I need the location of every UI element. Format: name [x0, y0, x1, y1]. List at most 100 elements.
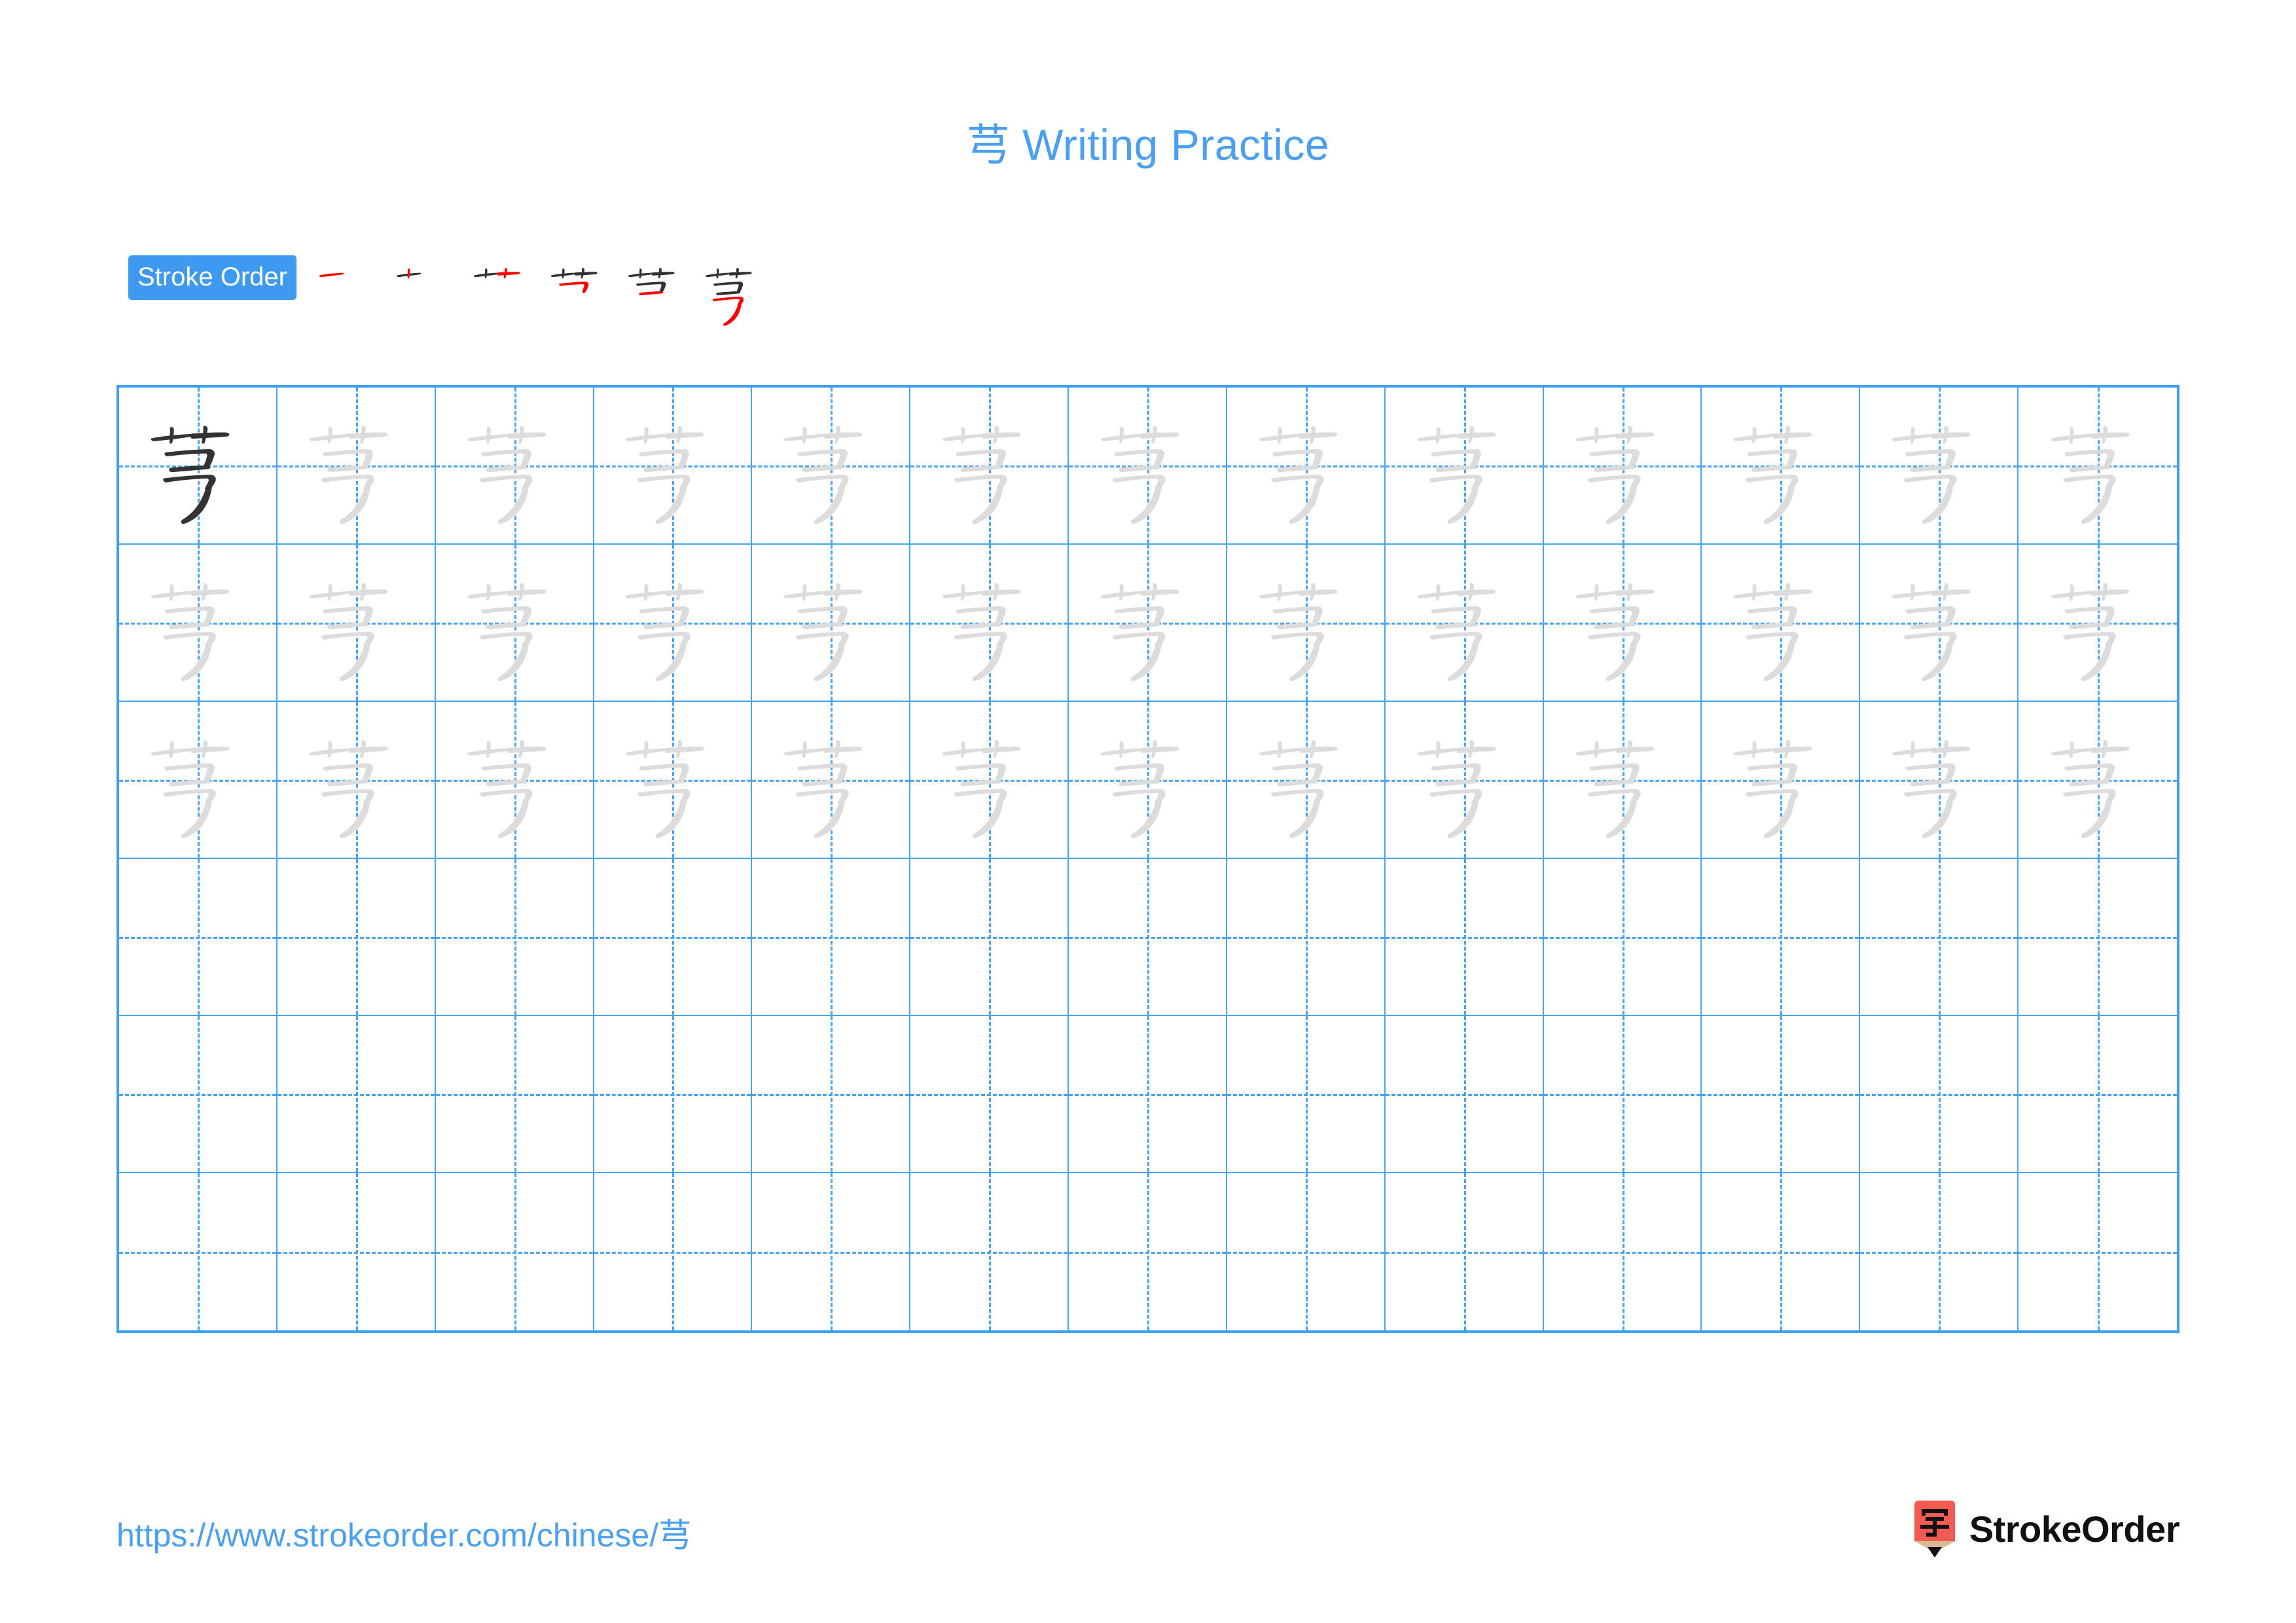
practice-cell-r3-c4[interactable] [594, 702, 753, 859]
practice-cell-r4-c4[interactable] [594, 859, 753, 1016]
guide-line-vertical [831, 859, 833, 1015]
practice-cell-r1-c11[interactable] [1702, 388, 1861, 545]
traced-character [2018, 702, 2177, 858]
practice-cell-r4-c10[interactable] [1543, 859, 1702, 1016]
page-title-character: 芎 [966, 120, 1011, 170]
practice-cell-r4-c7[interactable] [1069, 859, 1227, 1016]
practice-cell-r6-c10[interactable] [1543, 1173, 1702, 1330]
practice-cell-r3-c6[interactable] [910, 702, 1069, 859]
stroke-step-glyph [628, 268, 675, 296]
traced-character [1386, 388, 1543, 543]
practice-cell-r2-c10[interactable] [1543, 545, 1702, 702]
practice-cell-r3-c5[interactable] [752, 702, 911, 859]
practice-cell-r6-c13[interactable] [2018, 1173, 2177, 1330]
practice-cell-r5-c13[interactable] [2018, 1016, 2177, 1173]
practice-cell-r5-c4[interactable] [594, 1016, 753, 1173]
practice-cell-r5-c2[interactable] [277, 1016, 436, 1173]
practice-cell-r1-c8[interactable] [1227, 388, 1386, 545]
guide-line-vertical [2098, 859, 2100, 1015]
practice-cell-r1-c1[interactable] [119, 388, 278, 545]
practice-cell-r5-c10[interactable] [1543, 1016, 1702, 1173]
guide-line-vertical [1622, 859, 1624, 1015]
guide-line-vertical [197, 1016, 200, 1172]
practice-cell-r1-c7[interactable] [1069, 388, 1227, 545]
practice-cell-r3-c11[interactable] [1702, 702, 1861, 859]
guide-line-vertical [672, 1173, 675, 1330]
practice-cell-r4-c1[interactable] [119, 859, 278, 1016]
guide-line-vertical [1305, 1016, 1308, 1172]
footer-logo[interactable]: StrokeOrder [1912, 1499, 2180, 1558]
practice-cell-r5-c8[interactable] [1227, 1016, 1386, 1173]
practice-cell-r1-c9[interactable] [1385, 388, 1544, 545]
practice-cell-r6-c6[interactable] [910, 1173, 1069, 1330]
practice-cell-r4-c8[interactable] [1227, 859, 1386, 1016]
practice-cell-r6-c1[interactable] [119, 1173, 278, 1330]
practice-cell-r2-c1[interactable] [119, 545, 278, 702]
traced-character [2018, 545, 2177, 701]
practice-cell-r2-c13[interactable] [2018, 545, 2177, 702]
guide-line-vertical [1939, 1016, 1941, 1172]
practice-cell-r4-c6[interactable] [910, 859, 1069, 1016]
practice-cell-r2-c11[interactable] [1702, 545, 1861, 702]
guide-line-vertical [2098, 1173, 2100, 1330]
practice-cell-r1-c5[interactable] [752, 388, 911, 545]
practice-cell-r6-c2[interactable] [277, 1173, 436, 1330]
practice-cell-r3-c2[interactable] [277, 702, 436, 859]
practice-cell-r1-c13[interactable] [2018, 388, 2177, 545]
practice-cell-r3-c9[interactable] [1385, 702, 1544, 859]
guide-line-vertical [1147, 859, 1149, 1015]
practice-cell-r1-c2[interactable] [277, 388, 436, 545]
practice-cell-r6-c4[interactable] [594, 1173, 753, 1330]
practice-cell-r5-c9[interactable] [1385, 1016, 1544, 1173]
practice-cell-r4-c2[interactable] [277, 859, 436, 1016]
practice-cell-r2-c6[interactable] [910, 545, 1069, 702]
practice-cell-r1-c12[interactable] [1860, 388, 2019, 545]
practice-cell-r1-c6[interactable] [910, 388, 1069, 545]
practice-cell-r5-c7[interactable] [1069, 1016, 1227, 1173]
practice-cell-r5-c6[interactable] [910, 1016, 1069, 1173]
practice-cell-r6-c9[interactable] [1385, 1173, 1544, 1330]
practice-cell-r3-c12[interactable] [1860, 702, 2019, 859]
practice-cell-r4-c5[interactable] [752, 859, 911, 1016]
practice-cell-r2-c5[interactable] [752, 545, 911, 702]
traced-character [910, 388, 1067, 543]
practice-cell-r6-c8[interactable] [1227, 1173, 1386, 1330]
traced-character [1860, 545, 2017, 701]
practice-cell-r2-c8[interactable] [1227, 545, 1386, 702]
practice-cell-r2-c3[interactable] [435, 545, 594, 702]
practice-cell-r4-c3[interactable] [435, 859, 594, 1016]
practice-cell-r3-c1[interactable] [119, 702, 278, 859]
practice-cell-r6-c11[interactable] [1702, 1173, 1861, 1330]
practice-cell-r6-c3[interactable] [435, 1173, 594, 1330]
practice-cell-r1-c4[interactable] [594, 388, 753, 545]
practice-cell-r2-c2[interactable] [277, 545, 436, 702]
practice-cell-r3-c13[interactable] [2018, 702, 2177, 859]
practice-cell-r6-c7[interactable] [1069, 1173, 1227, 1330]
footer-url[interactable]: https://www.strokeorder.com/chinese/芎 [117, 1509, 691, 1556]
practice-cell-r3-c3[interactable] [435, 702, 594, 859]
practice-cell-r4-c12[interactable] [1860, 859, 2019, 1016]
practice-cell-r2-c4[interactable] [594, 545, 753, 702]
practice-cell-r2-c9[interactable] [1385, 545, 1544, 702]
practice-cell-r5-c3[interactable] [435, 1016, 594, 1173]
guide-line-vertical [514, 1016, 516, 1172]
practice-cell-r6-c5[interactable] [752, 1173, 911, 1330]
practice-cell-r3-c10[interactable] [1543, 702, 1702, 859]
practice-cell-r5-c5[interactable] [752, 1016, 911, 1173]
traced-character [594, 388, 751, 543]
practice-cell-r2-c7[interactable] [1069, 545, 1227, 702]
practice-cell-r5-c1[interactable] [119, 1016, 278, 1173]
practice-cell-r4-c9[interactable] [1385, 859, 1544, 1016]
guide-line-vertical [1463, 859, 1466, 1015]
practice-cell-r4-c13[interactable] [2018, 859, 2177, 1016]
practice-cell-r4-c11[interactable] [1702, 859, 1861, 1016]
practice-cell-r3-c7[interactable] [1069, 702, 1227, 859]
practice-cell-r5-c12[interactable] [1860, 1016, 2019, 1173]
practice-cell-r6-c12[interactable] [1860, 1173, 2019, 1330]
practice-cell-r2-c12[interactable] [1860, 545, 2019, 702]
practice-cell-r1-c3[interactable] [435, 388, 594, 545]
practice-cell-r5-c11[interactable] [1702, 1016, 1861, 1173]
practice-cell-r1-c10[interactable] [1543, 388, 1702, 545]
traced-character [752, 388, 909, 543]
practice-cell-r3-c8[interactable] [1227, 702, 1386, 859]
